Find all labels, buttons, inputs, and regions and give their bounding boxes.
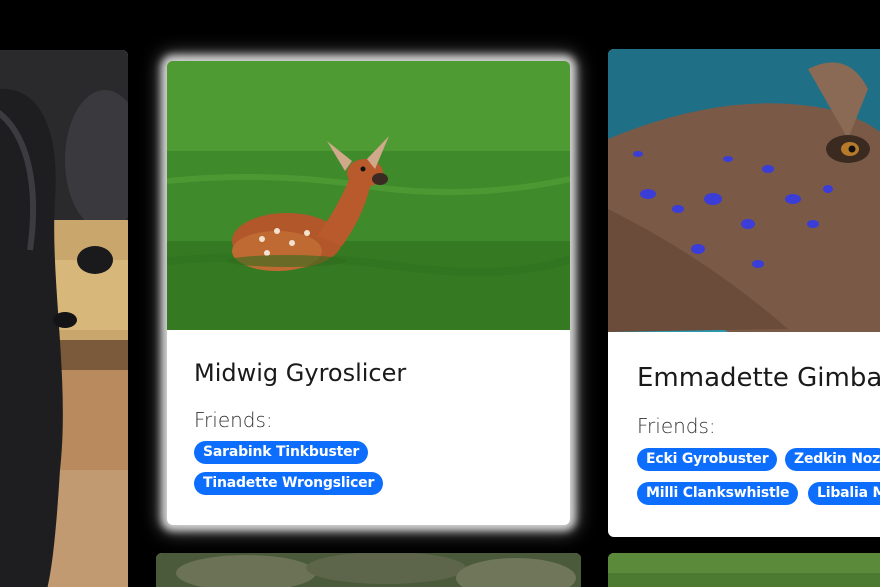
profile-card[interactable]: Emmadette Gimbalp Friends: Ecki Gyrobust… [608,49,880,537]
deer-fawn-photo [167,61,570,330]
friend-badge[interactable]: Ecki Gyrobuster [637,448,778,471]
friend-badge[interactable]: Libalia M [808,482,880,505]
card-title: Emmadette Gimbalp [637,363,880,393]
friend-badge[interactable]: Zedkin Noz [785,448,880,471]
profile-card-featured[interactable]: Midwig Gyroslicer Friends: Sarabink Tink… [167,61,570,525]
card-title: Midwig Gyroslicer [194,359,407,387]
friend-badge[interactable]: Sarabink Tinkbuster [194,441,369,464]
profile-card[interactable] [608,553,880,587]
friends-label: Friends: [194,408,273,432]
card-gallery: Midwig Gyroslicer Friends: Sarabink Tink… [0,0,880,587]
friend-badge[interactable]: Tinadette Wrongslicer [194,472,384,495]
friend-badge[interactable]: Milli Clankswhistle [637,482,799,505]
grass-photo [608,553,880,587]
profile-card[interactable] [156,553,581,587]
profile-card[interactable] [0,50,128,587]
stingray-photo [608,49,880,332]
rocky-photo [156,553,581,587]
friends-label: Friends: [637,414,716,438]
gorilla-photo [0,50,128,587]
